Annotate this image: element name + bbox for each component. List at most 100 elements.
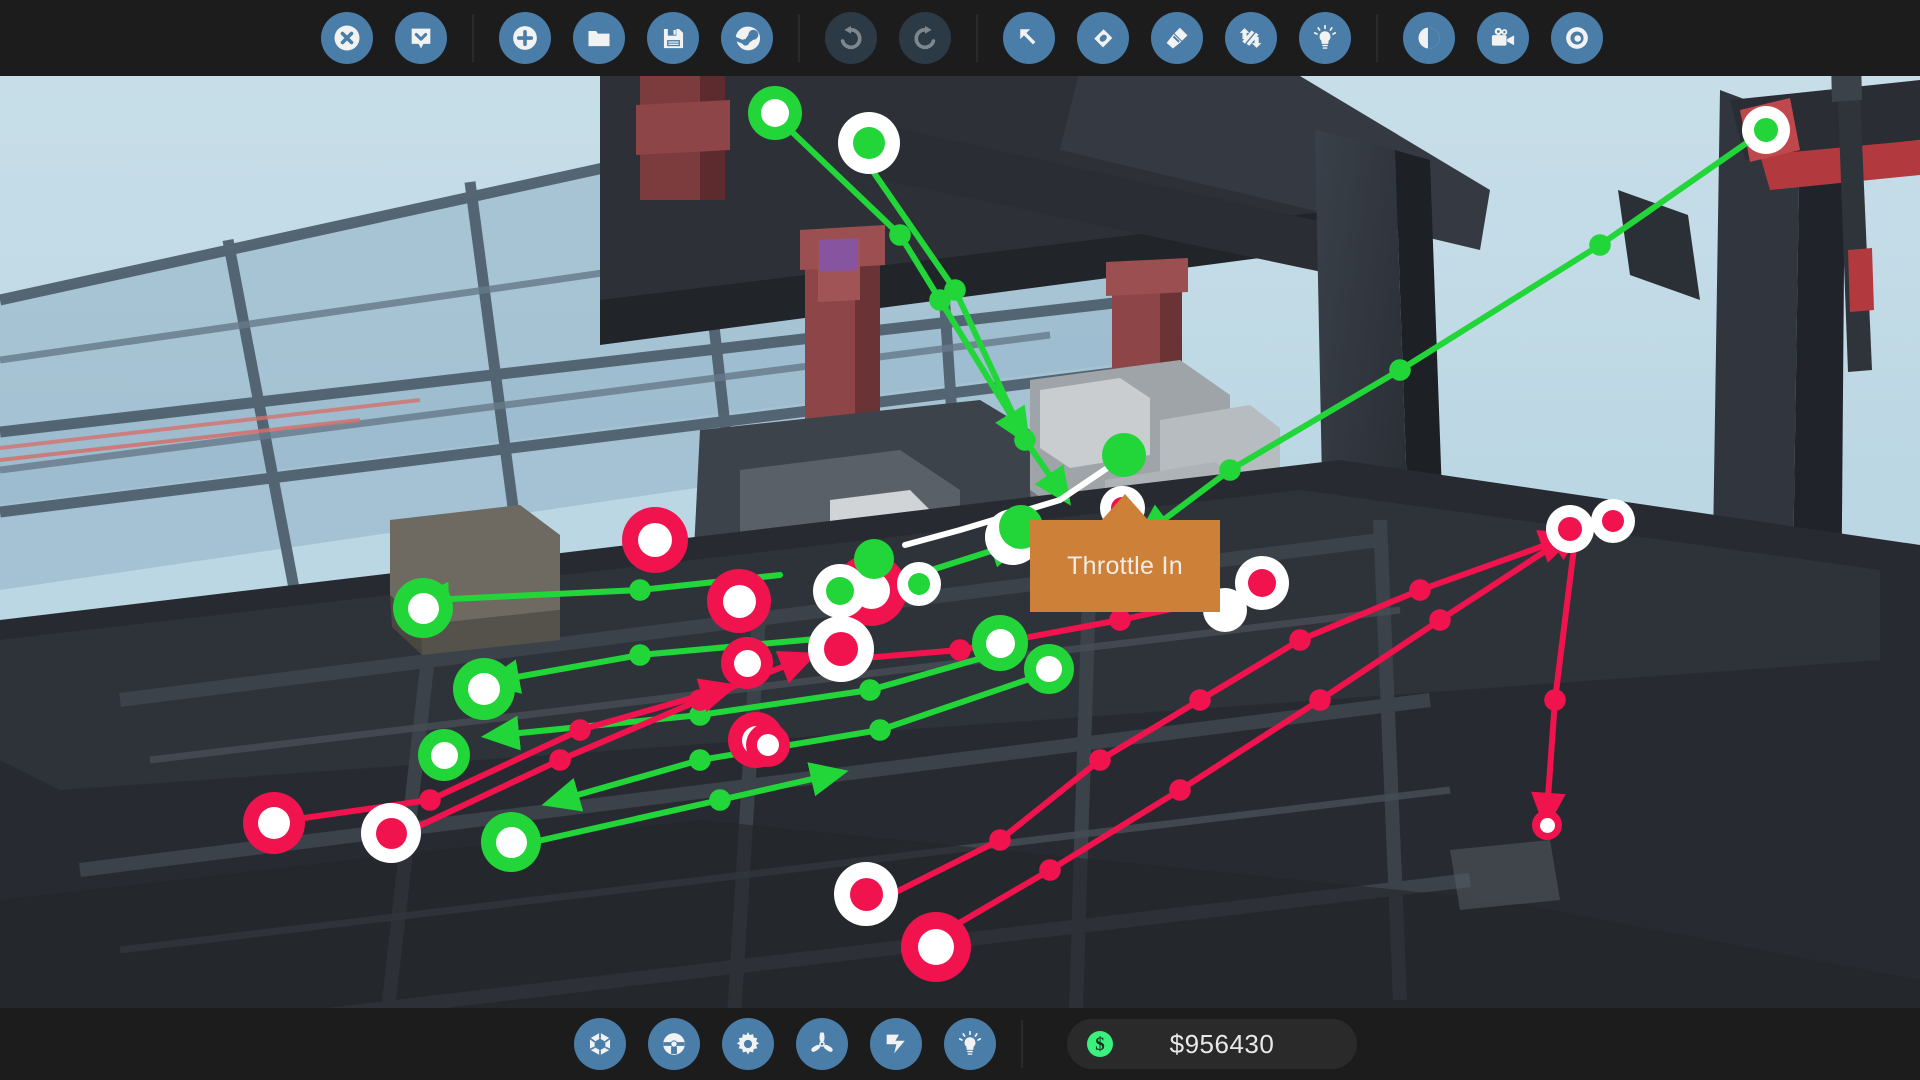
logic-node[interactable] xyxy=(838,112,900,174)
contrast-button[interactable] xyxy=(1403,12,1455,64)
logic-node[interactable] xyxy=(721,637,773,689)
logic-node[interactable] xyxy=(481,812,541,872)
logic-node-core xyxy=(1602,510,1624,532)
logic-node[interactable] xyxy=(361,803,421,863)
logic-node-core xyxy=(1754,118,1778,142)
logic-node-core xyxy=(258,807,290,839)
record-target-icon xyxy=(1563,24,1591,52)
money-display: $ $956430 xyxy=(1067,1019,1357,1069)
vehicle-editor-window: Throttle In $ $956430 xyxy=(0,0,1920,1080)
save-button[interactable] xyxy=(647,12,699,64)
logic-node[interactable] xyxy=(1024,644,1074,694)
plus-circle-icon xyxy=(510,23,540,53)
logic-node[interactable] xyxy=(1102,433,1146,477)
eraser-icon xyxy=(1089,24,1117,52)
camera-button[interactable] xyxy=(1477,12,1529,64)
3d-viewport[interactable]: Throttle In xyxy=(0,0,1920,1080)
logic-node-core xyxy=(1248,569,1276,597)
move-tool[interactable] xyxy=(1225,12,1277,64)
logic-node-core xyxy=(1113,444,1135,466)
toolbar-separator xyxy=(976,14,978,62)
logic-node-core xyxy=(1539,817,1555,833)
logic-node-core xyxy=(761,99,789,127)
new-vehicle-icon xyxy=(407,24,435,52)
logic-node-core xyxy=(430,741,458,769)
logic-node[interactable] xyxy=(418,729,470,781)
logic-node[interactable] xyxy=(1532,810,1562,840)
gear-icon xyxy=(734,1030,762,1058)
dollar-coin-icon: $ xyxy=(1087,1031,1113,1057)
logic-node[interactable] xyxy=(393,578,453,638)
scene-geometry xyxy=(0,18,1920,1080)
logic-node[interactable] xyxy=(901,912,971,982)
top-toolbar xyxy=(0,0,1920,76)
logic-node[interactable] xyxy=(972,615,1028,671)
logic-node-core xyxy=(1036,656,1062,682)
logic-node-core xyxy=(908,573,930,595)
folder-icon xyxy=(585,24,613,52)
toolbar-separator xyxy=(1021,1020,1023,1068)
logic-node-core xyxy=(918,929,954,965)
logic-node-core xyxy=(826,577,854,605)
lightning-bolt-icon xyxy=(882,1030,910,1058)
tooltip-pointer-icon xyxy=(1101,494,1149,521)
record-button[interactable] xyxy=(1551,12,1603,64)
logic-node-core xyxy=(864,549,884,569)
logic-node-core xyxy=(733,649,761,677)
floppy-disk-icon xyxy=(660,25,687,52)
redo-icon xyxy=(911,24,939,52)
logic-node[interactable] xyxy=(1742,106,1790,154)
category-tabs xyxy=(563,1018,1007,1070)
paint-tool[interactable] xyxy=(1151,12,1203,64)
cursor-arrow-icon xyxy=(1015,24,1043,52)
logic-node[interactable] xyxy=(453,658,515,720)
close-circle-icon xyxy=(332,23,362,53)
redo-button xyxy=(899,12,951,64)
logic-node-core xyxy=(407,592,439,624)
logic-node[interactable] xyxy=(897,562,941,606)
logic-node-core xyxy=(849,877,883,911)
logic-node[interactable] xyxy=(707,569,771,633)
new-button[interactable] xyxy=(395,12,447,64)
toolbar-separator xyxy=(798,14,800,62)
electric-tab[interactable] xyxy=(870,1018,922,1070)
logic-node[interactable] xyxy=(243,792,305,854)
swap-arrows-icon xyxy=(1237,24,1265,52)
logic-node-core xyxy=(638,523,672,557)
logic-node-core xyxy=(495,826,527,858)
logic-node-core xyxy=(853,127,885,159)
lightbulb-icon xyxy=(1311,24,1339,52)
controls-tab[interactable] xyxy=(648,1018,700,1070)
mechanics-tab[interactable] xyxy=(722,1018,774,1070)
logic-tab[interactable] xyxy=(944,1018,996,1070)
lightbulb-icon xyxy=(956,1030,984,1058)
undo-button xyxy=(825,12,877,64)
logic-tool[interactable] xyxy=(1299,12,1351,64)
logic-node[interactable] xyxy=(808,616,874,682)
add-button[interactable] xyxy=(499,12,551,64)
bottom-toolbar: $ $956430 xyxy=(0,1008,1920,1080)
select-tool[interactable] xyxy=(1003,12,1055,64)
propeller-icon xyxy=(808,1030,836,1058)
open-button[interactable] xyxy=(573,12,625,64)
node-tooltip: Throttle In xyxy=(1030,494,1220,612)
logic-node[interactable] xyxy=(813,564,867,618)
logic-node[interactable] xyxy=(622,507,688,573)
logic-node[interactable] xyxy=(746,723,790,767)
logic-node[interactable] xyxy=(748,86,802,140)
logic-node[interactable] xyxy=(834,862,898,926)
erase-tool[interactable] xyxy=(1077,12,1129,64)
logic-node-core xyxy=(985,628,1015,658)
workshop-button[interactable] xyxy=(721,12,773,64)
logic-node[interactable] xyxy=(1546,505,1594,553)
blocks-tab[interactable] xyxy=(574,1018,626,1070)
logic-node[interactable] xyxy=(1591,499,1635,543)
toolbar-separator xyxy=(1376,14,1378,62)
steering-wheel-icon xyxy=(660,1030,688,1058)
propulsion-tab[interactable] xyxy=(796,1018,848,1070)
logic-node-core xyxy=(824,632,858,666)
logic-node-core xyxy=(1010,516,1032,538)
undo-icon xyxy=(837,24,865,52)
close-button[interactable] xyxy=(321,12,373,64)
logic-node-core xyxy=(757,734,779,756)
